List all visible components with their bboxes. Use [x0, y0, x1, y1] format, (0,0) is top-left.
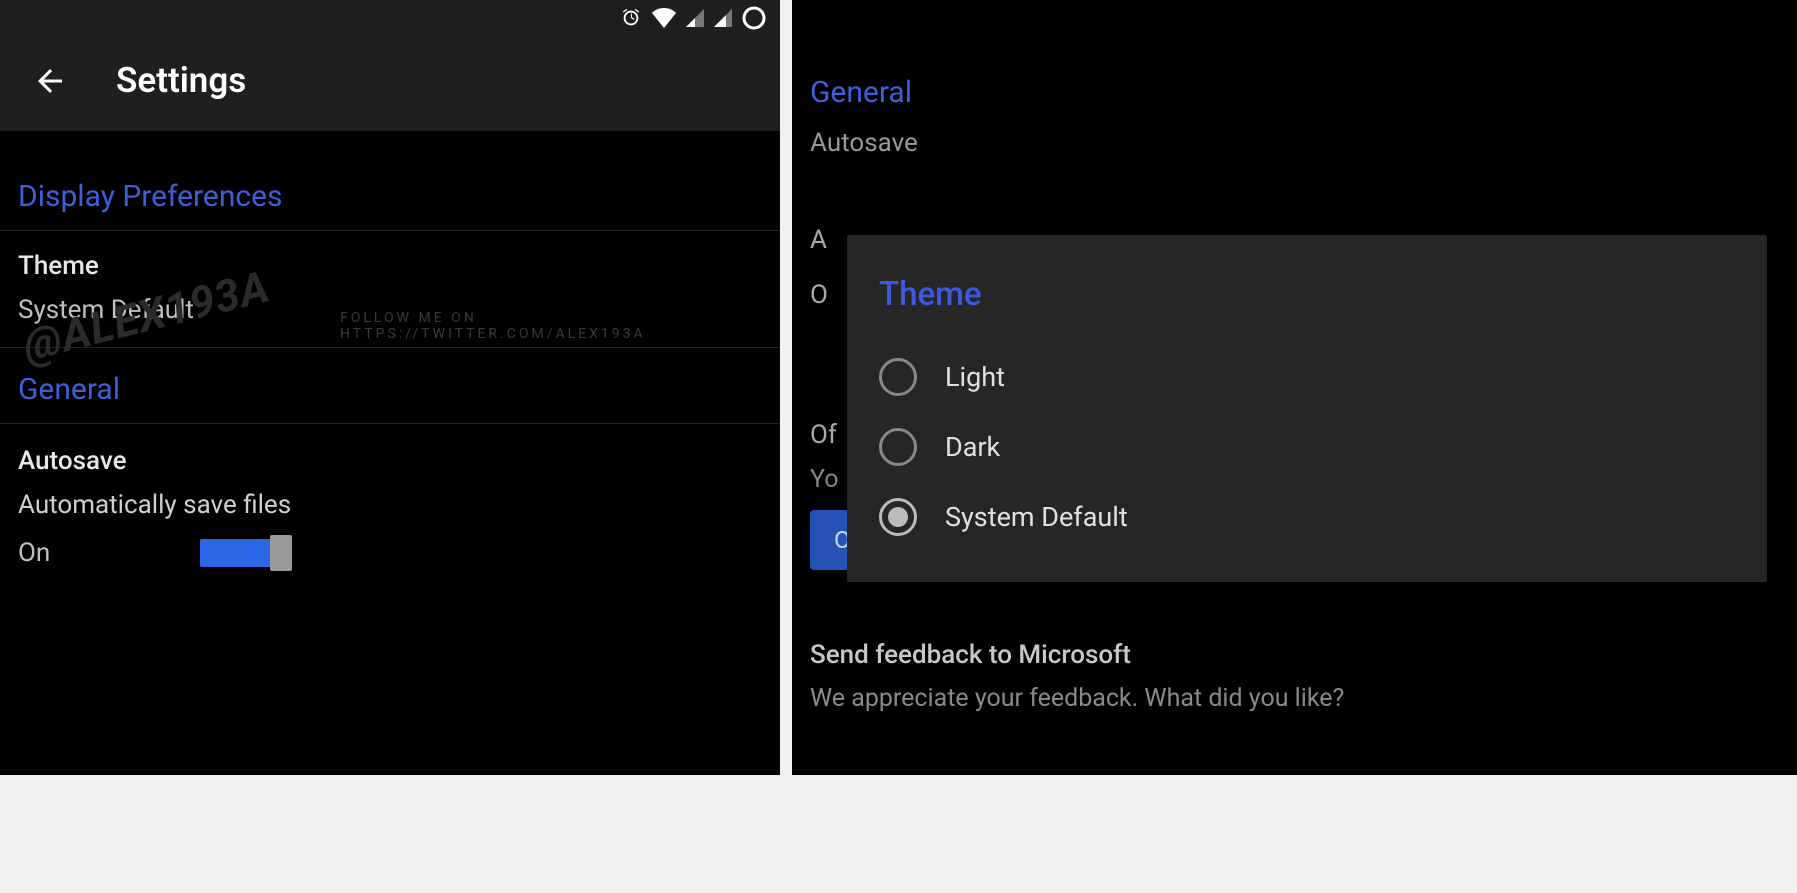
section-general: General [0, 348, 780, 424]
setting-autosave: Autosave Automatically save files On [0, 424, 780, 568]
bg-offline-partial: Of [810, 420, 837, 450]
setting-theme[interactable]: Theme System Default [0, 231, 780, 348]
radio-option-dark[interactable]: Dark [879, 412, 1735, 482]
radio-option-light[interactable]: Light [879, 342, 1735, 412]
bg-partial-text-a: A [810, 225, 827, 255]
setting-theme-label: Theme [18, 251, 762, 281]
theme-dialog: Theme Light Dark System Default [847, 235, 1767, 582]
alarm-icon [620, 7, 642, 29]
page-title: Settings [116, 60, 246, 101]
radio-label: Dark [945, 431, 1000, 463]
radio-label: System Default [945, 501, 1128, 533]
feedback-title: Send feedback to Microsoft [810, 640, 1770, 670]
autosave-description: Automatically save files [18, 490, 762, 520]
feedback-row[interactable]: Send feedback to Microsoft We appreciate… [810, 640, 1770, 713]
radio-label: Light [945, 361, 1005, 393]
radio-option-system-default[interactable]: System Default [879, 482, 1735, 552]
feedback-description: We appreciate your feedback. What did yo… [810, 684, 1770, 713]
app-header: Settings [0, 36, 780, 131]
bg-autosave-label: Autosave [792, 128, 1797, 176]
radio-icon [879, 358, 917, 396]
bg-section-general: General [792, 0, 1797, 128]
bg-yo-partial: Yo [810, 465, 838, 494]
back-arrow-icon[interactable] [32, 63, 68, 99]
radio-icon [879, 428, 917, 466]
circle-icon [742, 6, 766, 30]
screen-theme-dialog: General Autosave A O Of Yo O Send feedba… [792, 0, 1797, 775]
section-display-preferences: Display Preferences [0, 131, 780, 231]
bg-partial-text-o: O [810, 280, 828, 310]
screen-settings: Settings Display Preferences Theme Syste… [0, 0, 780, 775]
autosave-label: Autosave [18, 446, 762, 476]
toggle-knob [270, 535, 292, 571]
radio-icon-selected [879, 498, 917, 536]
dialog-title: Theme [879, 275, 1735, 314]
wifi-icon [652, 8, 676, 28]
status-bar [0, 0, 780, 36]
signal-2-icon [714, 9, 732, 27]
autosave-toggle[interactable] [200, 539, 290, 567]
setting-theme-value: System Default [18, 295, 762, 325]
signal-1-icon [686, 9, 704, 27]
autosave-state: On [18, 538, 50, 568]
